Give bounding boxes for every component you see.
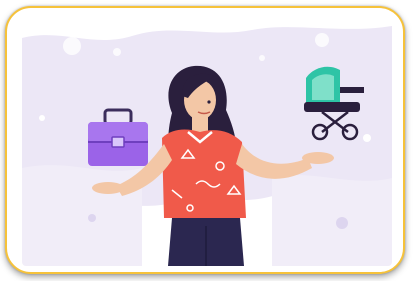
dot-decoration (88, 214, 96, 222)
dot-decoration (363, 134, 371, 142)
dot-decoration (63, 37, 81, 55)
dot-decoration (315, 33, 329, 47)
illustration (22, 18, 392, 266)
dot-decoration (259, 55, 265, 61)
dot-decoration (113, 48, 121, 56)
background-blob-lower (22, 165, 142, 266)
dot-decoration (39, 115, 45, 121)
background-blob-lower-right (272, 175, 392, 266)
dot-decoration (336, 217, 348, 229)
illustration-svg (22, 18, 392, 266)
